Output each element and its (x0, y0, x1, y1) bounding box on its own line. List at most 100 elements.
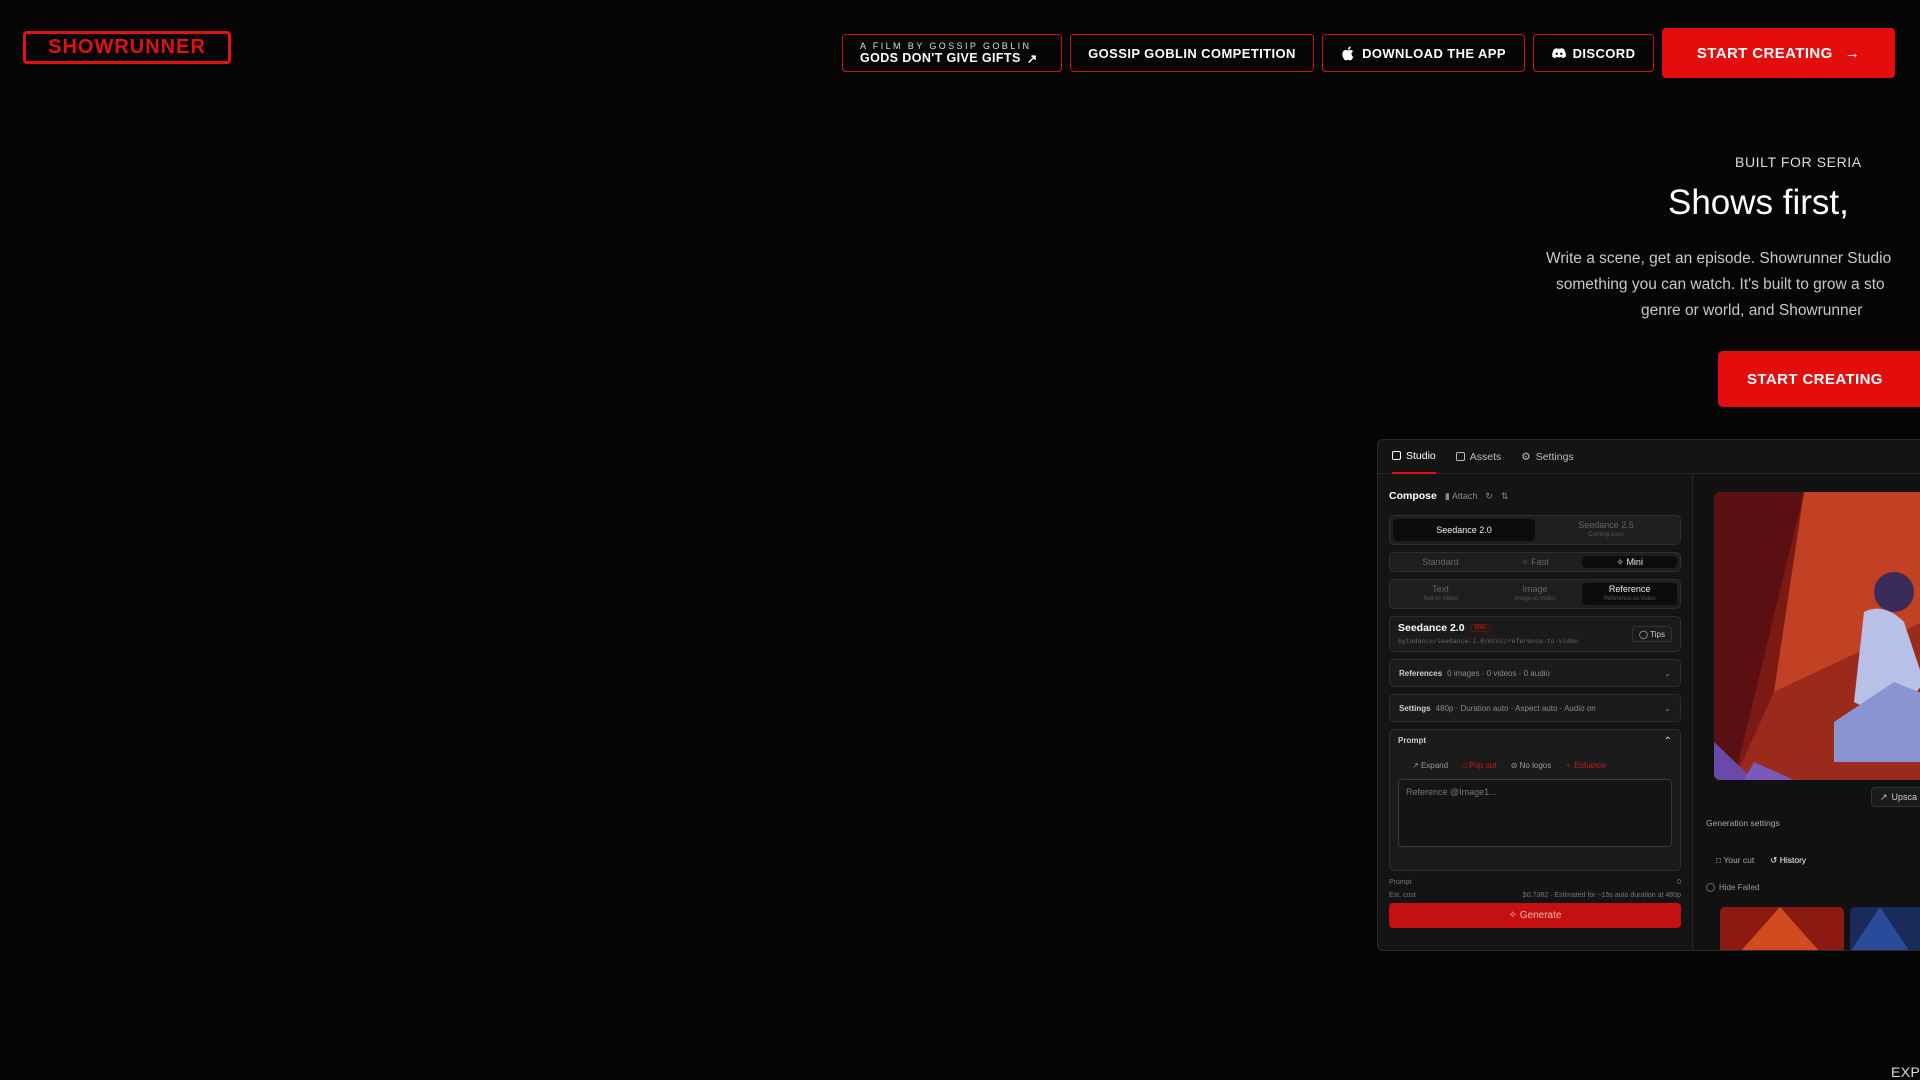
model-option-seedance-2-5[interactable]: Seedance 2.5 Coming soon (1535, 519, 1677, 541)
model-selector: Seedance 2.0 Seedance 2.5 Coming soon (1389, 515, 1681, 545)
references-label: References (1399, 668, 1443, 678)
hero-description-line: something you can watch. It's built to g… (1556, 276, 1885, 293)
thumbnail-artwork (1850, 907, 1920, 950)
no-logos-button[interactable]: ⊘ No logos (1511, 761, 1552, 770)
history-thumbnail[interactable] (1720, 907, 1844, 950)
type-sub: Image-to-Video (1514, 596, 1556, 602)
studio-icon (1392, 451, 1401, 460)
type-sub: Text-to-Video (1422, 596, 1458, 602)
type-label: Text (1432, 584, 1449, 594)
pin-icon[interactable]: ⇅ (1501, 491, 1509, 502)
showrunner-logo[interactable]: SHOWRUNNER (23, 31, 231, 64)
model-option-label: Seedance 2.5 (1578, 520, 1634, 530)
type-option-image[interactable]: Image Image-to-Video (1488, 583, 1583, 605)
compose-panel: Compose ▮ Attach ↻ ⇅ Seedance 2.0 Seedan… (1378, 475, 1693, 950)
hero-headline: Shows first, (1668, 183, 1849, 222)
compose-title: Compose (1389, 490, 1437, 502)
tab-label: Assets (1469, 450, 1502, 463)
model-path: bytedance/seedance-2.0/mini/reference-to… (1398, 637, 1579, 645)
tab-assets[interactable]: Assets (1455, 440, 1502, 474)
film-credit: A FILM BY GOSSIP GOBLIN (860, 40, 1032, 51)
lightbulb-icon: ◯ (1638, 629, 1648, 639)
hide-failed-toggle[interactable]: Hide Failed (1706, 883, 1759, 892)
tool-label: No logos (1519, 761, 1552, 770)
expand-button[interactable]: ↗ Expand (1412, 761, 1448, 770)
speed-option-mini[interactable]: ✧ Mini (1582, 556, 1678, 568)
type-label: Reference (1608, 584, 1651, 594)
generate-button[interactable]: ✧ Generate (1389, 903, 1681, 928)
preview-panel: ↗ Upsca Generation settings □ Your cut ↺… (1694, 475, 1920, 950)
model-option-label: Seedance 2.0 (1436, 525, 1492, 535)
est-cost-label: Est. cost (1389, 892, 1416, 899)
video-preview[interactable] (1714, 492, 1920, 780)
speed-option-standard[interactable]: Standard (1393, 556, 1488, 568)
prompt-count-label: Prompt (1389, 879, 1412, 886)
arrow-up-right-icon: ↗ (1026, 51, 1038, 66)
film-title: GODS DON'T GIVE GIFTS (860, 51, 1021, 65)
prompt-toolbar: ↗ Expand □ Pop out ⊘ No logos ✧ Enhance (1398, 761, 1672, 770)
settings-row[interactable]: Settings 480p · Duration auto · Aspect au… (1389, 694, 1681, 722)
type-option-reference[interactable]: Reference Reference-to-Video (1582, 583, 1678, 605)
model-option-seedance-2-0[interactable]: Seedance 2.0 (1393, 519, 1535, 541)
prompt-section: Prompt ⌃ ↗ Expand □ Pop out ⊘ No logos ✧… (1389, 729, 1681, 871)
speed-selector: Standard ✧ Fast ✧ Mini (1389, 552, 1681, 572)
tool-label: Expand (1420, 761, 1449, 770)
speed-label-text: Fast (1531, 557, 1549, 567)
compose-header: Compose ▮ Attach ↻ ⇅ (1389, 487, 1681, 505)
hero-description-line: Write a scene, get an episode. Showrunne… (1546, 250, 1892, 267)
tab-studio[interactable]: Studio (1392, 440, 1436, 474)
thumbnail-artwork (1720, 907, 1844, 950)
enhance-button[interactable]: ✧ Enhance (1565, 761, 1606, 770)
tool-label: Enhance (1574, 761, 1606, 770)
chevron-down-icon: ⌄ (1664, 703, 1671, 713)
est-cost-value: $0.7382 · Estimated for ~15s auto durati… (1522, 892, 1681, 899)
type-label: Image (1522, 584, 1548, 594)
hide-failed-label: Hide Failed (1719, 883, 1760, 892)
history-tabs: □ Your cut ↺ History (1716, 855, 1806, 866)
speed-label: ✧ Mini (1616, 557, 1643, 567)
tips-button[interactable]: ◯ Tips (1631, 626, 1672, 642)
speed-option-fast[interactable]: ✧ Fast (1488, 556, 1583, 568)
pop-out-button[interactable]: □ Pop out (1462, 761, 1497, 770)
upscale-button[interactable]: ↗ Upsca (1871, 787, 1920, 807)
references-row[interactable]: References 0 images · 0 videos · 0 audio … (1389, 659, 1681, 687)
references-value: 0 images · 0 videos · 0 audio (1447, 668, 1550, 678)
film-link-button[interactable]: A FILM BY GOSSIP GOBLIN GODS DON'T GIVE … (842, 34, 1062, 72)
model-name: Seedance 2.0 (1398, 622, 1465, 634)
tab-label: Settings (1535, 450, 1574, 463)
est-cost-row: Est. cost $0.7382 · Estimated for ~15s a… (1389, 892, 1681, 899)
tab-settings[interactable]: ⚙ Settings (1521, 440, 1573, 474)
film-title-row: GODS DON'T GIVE GIFTS ↗ (860, 51, 1038, 66)
generation-settings-label[interactable]: Generation settings (1706, 818, 1780, 828)
type-sub: Reference-to-Video (1603, 596, 1656, 602)
type-option-text[interactable]: Text Text-to-Video (1393, 583, 1488, 605)
history-tab[interactable]: ↺ History (1770, 855, 1806, 866)
model-badge: Mini (1469, 624, 1491, 633)
speed-label-text: Mini (1626, 557, 1643, 567)
speed-label: ✧ Fast (1521, 557, 1549, 567)
sparkle-icon: ✧ (1508, 910, 1517, 921)
attach-label: Attach (1451, 490, 1478, 501)
speed-label: Standard (1422, 557, 1459, 567)
prompt-input[interactable]: Reference @Image1... (1398, 779, 1672, 847)
prompt-count: 0 (1677, 879, 1681, 886)
history-label: History (1779, 855, 1807, 865)
hero-cta-label: START CREATING (1747, 370, 1883, 388)
assets-icon (1455, 452, 1465, 461)
hero-start-creating-button[interactable]: START CREATING (1718, 351, 1920, 407)
reset-icon[interactable]: ↻ (1485, 491, 1493, 502)
checkbox[interactable] (1706, 883, 1715, 892)
your-cut-tab[interactable]: □ Your cut (1716, 855, 1754, 866)
attach-button[interactable]: ▮ Attach (1445, 491, 1477, 502)
prompt-count-row: Prompt 0 (1389, 879, 1681, 886)
model-info-card: Seedance 2.0 Mini bytedance/seedance-2.0/… (1389, 616, 1681, 652)
tab-label: Studio (1406, 449, 1436, 462)
chevron-up-icon: ⌃ (1663, 736, 1672, 747)
model-option-sub: Coming soon (1588, 532, 1624, 538)
arrow-up-right-icon: ↗ (1880, 791, 1888, 802)
your-cut-label: Your cut (1723, 855, 1755, 865)
prompt-header[interactable]: Prompt ⌃ (1398, 736, 1672, 747)
gear-icon: ⚙ (1521, 450, 1531, 463)
explore-label[interactable]: EXPLORE (1891, 1064, 1920, 1080)
history-thumbnail[interactable] (1850, 907, 1920, 950)
